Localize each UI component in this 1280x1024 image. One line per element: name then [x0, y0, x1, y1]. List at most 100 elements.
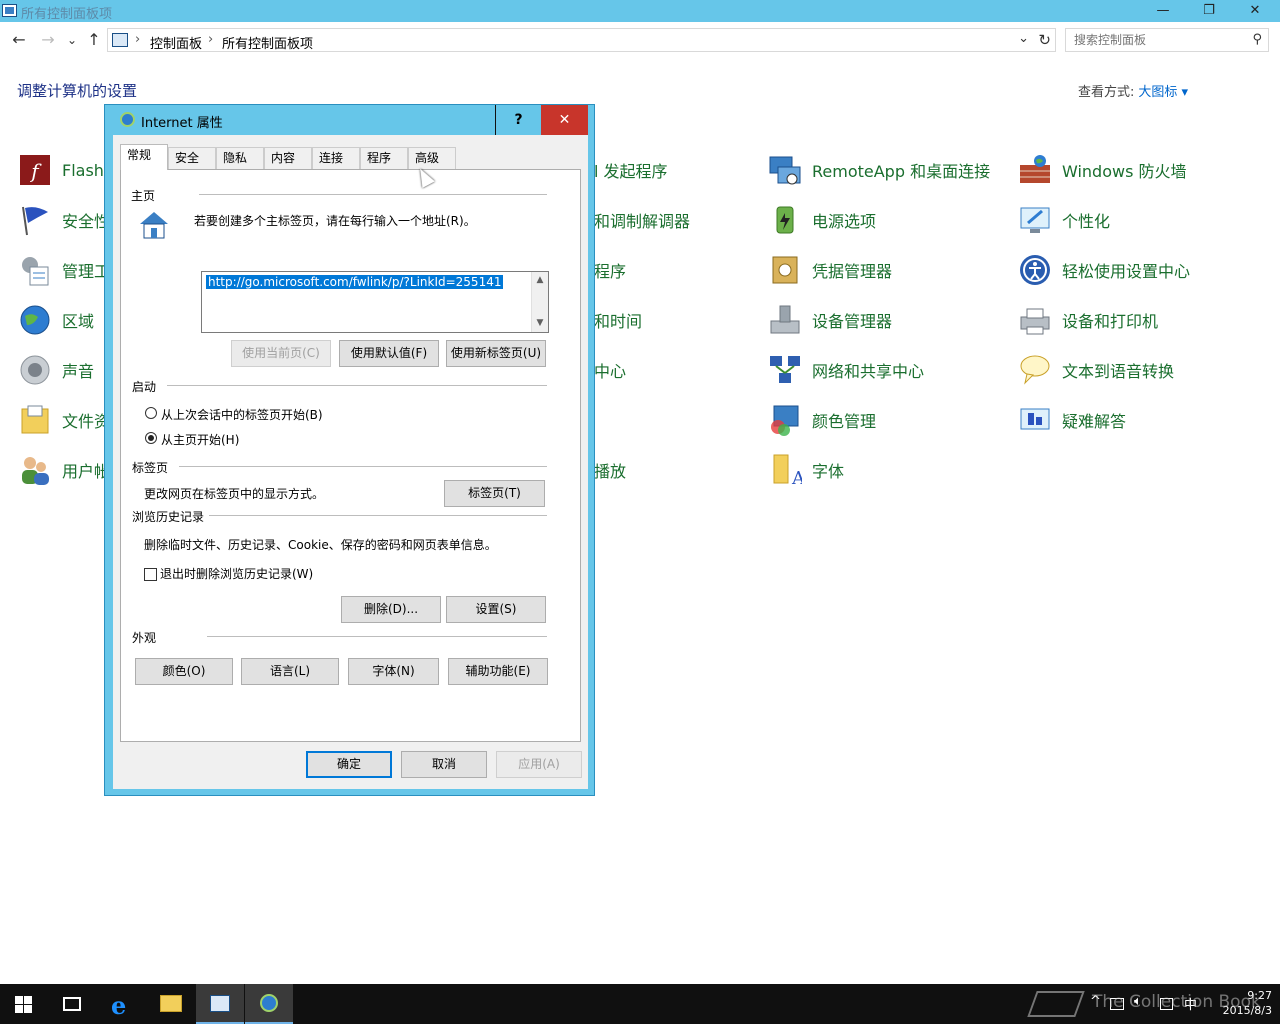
cp-item-remoteapp[interactable]: RemoteApp 和桌面连接	[768, 152, 990, 188]
url-scrollbar[interactable]: ▲ ▼	[531, 272, 548, 332]
tab-programs[interactable]: 程序	[360, 147, 408, 169]
tab-connections[interactable]: 连接	[312, 147, 360, 169]
cp-item-sync-center[interactable]: 中心	[594, 352, 626, 388]
device-manager-icon	[768, 303, 802, 337]
search-icon[interactable]: ⚲	[1252, 32, 1262, 47]
use-default-button[interactable]: 使用默认值(F)	[339, 340, 439, 367]
startup-last-session-label[interactable]: 从上次会话中的标签页开始(B)	[161, 406, 323, 423]
admin-tools-icon	[18, 253, 52, 287]
close-window-button[interactable]: ✕	[1232, 0, 1278, 22]
search-input[interactable]	[1066, 29, 1246, 51]
troubleshooting-icon	[1018, 403, 1052, 437]
address-bar[interactable]: › 控制面板 › 所有控制面板项 ⌄ ↻	[107, 28, 1056, 52]
cp-item-security[interactable]: 安全性	[18, 202, 110, 238]
page-title: 调整计算机的设置	[17, 82, 138, 100]
cancel-button[interactable]: 取消	[401, 751, 487, 778]
forward-arrow-icon[interactable]: →	[37, 30, 59, 50]
close-dialog-button[interactable]: ✕	[541, 105, 588, 135]
cp-item-flash[interactable]: f Flash	[18, 152, 104, 188]
firewall-icon	[1018, 153, 1052, 187]
breadcrumb-all-items[interactable]: 所有控制面板项	[222, 33, 313, 52]
restore-button[interactable]: ❐	[1186, 0, 1232, 22]
fonts-button[interactable]: 字体(N)	[348, 658, 439, 685]
view-mode[interactable]: 查看方式: 大图标 ▾	[1078, 81, 1188, 100]
homepage-url-value[interactable]: http://go.microsoft.com/fwlink/p/?LinkId…	[206, 275, 504, 289]
startup-home-page-label[interactable]: 从主页开始(H)	[161, 431, 239, 448]
use-new-tab-button[interactable]: 使用新标签页(U)	[446, 340, 546, 367]
vault-icon	[768, 253, 802, 287]
cp-item-default-programs[interactable]: l 发起程序	[594, 152, 668, 188]
task-view-button[interactable]	[48, 984, 96, 1024]
history-group-label: 浏览历史记录	[132, 510, 205, 524]
scroll-down-icon[interactable]: ▼	[532, 315, 548, 332]
cp-item-label: 安全性	[62, 212, 111, 231]
scroll-up-icon[interactable]: ▲	[532, 272, 548, 289]
back-arrow-icon[interactable]: ←	[8, 30, 30, 50]
edge-taskbar-button[interactable]: e	[98, 984, 146, 1024]
cp-item-troubleshooting[interactable]: 疑难解答	[1018, 402, 1126, 438]
homepage-url-textarea[interactable]: http://go.microsoft.com/fwlink/p/?LinkId…	[201, 271, 549, 333]
cp-item-credential-manager[interactable]: 凭据管理器	[768, 252, 892, 288]
tab-privacy[interactable]: 隐私	[216, 147, 264, 169]
internet-options-taskbar-button[interactable]	[245, 984, 293, 1024]
accessibility-button[interactable]: 辅助功能(E)	[448, 658, 548, 685]
dialog-titlebar[interactable]: Internet 属性 ? ✕	[105, 105, 594, 135]
startup-home-page-radio[interactable]	[145, 432, 157, 444]
dialog-body: 常规 安全 隐私 内容 连接 程序 高级 主页 若要创建多个主标签页，请在每行输…	[113, 135, 588, 789]
tab-content[interactable]: 内容	[264, 147, 312, 169]
cp-item-label: 文件资	[62, 412, 111, 431]
address-dropdown-icon[interactable]: ⌄	[1018, 31, 1029, 46]
cp-item-region[interactable]: 区域	[18, 302, 94, 338]
cp-item-text-to-speech[interactable]: 文本到语音转换	[1018, 352, 1174, 388]
delete-history-on-exit-checkbox[interactable]	[144, 568, 157, 581]
ok-button[interactable]: 确定	[306, 751, 392, 778]
cp-item-label: 凭据管理器	[812, 262, 893, 281]
breadcrumb-control-panel[interactable]: 控制面板	[150, 33, 202, 52]
cp-item-label: Flash	[62, 160, 104, 180]
cp-item-personalization[interactable]: 个性化	[1018, 202, 1110, 238]
cp-item-windows-firewall[interactable]: Windows 防火墙	[1018, 152, 1187, 188]
cp-item-devices-printers[interactable]: 设备和打印机	[1018, 302, 1158, 338]
cp-item-network-sharing[interactable]: 网络和共享中心	[768, 352, 924, 388]
cp-item-device-manager[interactable]: 设备管理器	[768, 302, 892, 338]
cp-item-color-management[interactable]: 颜色管理	[768, 402, 876, 438]
refresh-icon[interactable]: ↻	[1038, 31, 1051, 49]
cp-item-file-explorer[interactable]: 文件资	[18, 402, 110, 438]
printer-icon	[1018, 303, 1052, 337]
window-title: 所有控制面板项	[21, 7, 113, 22]
minimize-button[interactable]: —	[1140, 0, 1186, 22]
up-arrow-icon[interactable]: ↑	[83, 30, 105, 50]
recent-locations-icon[interactable]: ⌄	[61, 30, 83, 50]
cp-item-admin-tools[interactable]: 管理工	[18, 252, 110, 288]
cp-item-fonts[interactable]: A 字体	[768, 452, 844, 489]
tabs-settings-button[interactable]: 标签页(T)	[444, 480, 545, 507]
use-current-button[interactable]: 使用当前页(C)	[231, 340, 331, 367]
cp-item-power-options[interactable]: 电源选项	[768, 202, 876, 238]
tab-general[interactable]: 常规	[120, 144, 168, 170]
cp-item-autoplay[interactable]: 播放	[594, 452, 626, 488]
history-settings-button[interactable]: 设置(S)	[446, 596, 546, 623]
cp-item-user-accounts[interactable]: 用户帐	[18, 452, 110, 488]
internet-properties-dialog[interactable]: Internet 属性 ? ✕ 常规 安全 隐私 内容 连接 程序 高级 主页 …	[104, 104, 595, 796]
cp-item-label: RemoteApp 和桌面连接	[812, 162, 991, 181]
cp-item-programs[interactable]: 程序	[594, 252, 626, 288]
start-button[interactable]	[0, 984, 48, 1024]
colors-button[interactable]: 颜色(O)	[135, 658, 233, 685]
view-mode-value[interactable]: 大图标 ▾	[1138, 85, 1188, 100]
search-box[interactable]: ⚲	[1065, 28, 1269, 52]
control-panel-taskbar-button[interactable]	[196, 984, 244, 1024]
cp-item-phone-modem[interactable]: 和调制解调器	[594, 202, 690, 238]
cp-item-sound[interactable]: 声音	[18, 352, 94, 388]
delete-history-button[interactable]: 删除(D)...	[341, 596, 441, 623]
file-explorer-taskbar-button[interactable]	[146, 984, 194, 1024]
tab-advanced[interactable]: 高级	[408, 147, 456, 169]
help-button[interactable]: ?	[495, 105, 541, 135]
tab-security[interactable]: 安全	[168, 147, 216, 169]
languages-button[interactable]: 语言(L)	[241, 658, 339, 685]
startup-last-session-radio[interactable]	[145, 407, 157, 419]
cp-item-date-time[interactable]: 和时间	[594, 302, 642, 338]
cp-item-ease-of-access[interactable]: 轻松使用设置中心	[1018, 252, 1190, 288]
window-titlebar[interactable]: 所有控制面板项 — ❐ ✕	[0, 0, 1280, 22]
apply-button[interactable]: 应用(A)	[496, 751, 582, 778]
delete-history-on-exit-label[interactable]: 退出时删除浏览历史记录(W)	[160, 565, 313, 582]
